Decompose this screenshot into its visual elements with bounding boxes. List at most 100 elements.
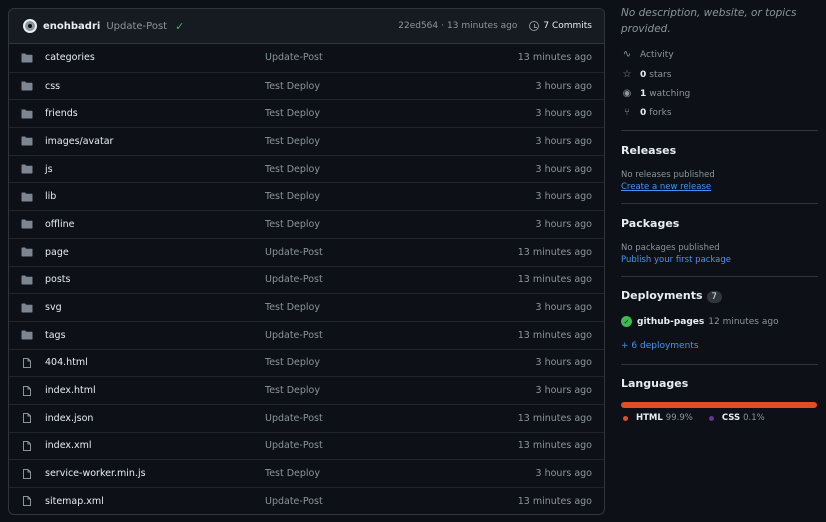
folder-icon: [21, 303, 33, 313]
file-commit-message-link[interactable]: Test Deploy: [265, 468, 536, 479]
folder-icon: [21, 330, 33, 340]
file-commit-age: 13 minutes ago: [517, 52, 592, 64]
language-color-dot: [708, 415, 714, 421]
table-row[interactable]: categories Update-Post 13 minutes ago: [9, 44, 604, 72]
file-name-link[interactable]: css: [45, 81, 265, 92]
file-commit-message-link[interactable]: Test Deploy: [265, 357, 536, 368]
file-icon: [21, 440, 33, 451]
commits-history-button[interactable]: 7 Commits: [529, 21, 592, 31]
deployment-item: ✓ github-pages 12 minutes ago: [621, 316, 779, 327]
language-item[interactable]: CSS 0.1%: [707, 413, 765, 423]
deployments-count-badge: 7: [706, 291, 722, 303]
file-commit-message-link[interactable]: Update-Post: [265, 52, 518, 63]
file-name-link[interactable]: posts: [45, 274, 265, 285]
file-commit-age: 13 minutes ago: [517, 329, 592, 341]
table-row[interactable]: svg Test Deploy 3 hours ago: [9, 293, 604, 321]
file-name-link[interactable]: service-worker.min.js: [45, 468, 265, 479]
file-commit-message-link[interactable]: Update-Post: [265, 413, 518, 424]
language-item[interactable]: HTML 99.9%: [621, 413, 693, 423]
watching-label: watching: [649, 88, 691, 99]
repo-page: enohbadri Update-Post ✓ 22ed564 · 13 min…: [0, 0, 826, 522]
publish-package-link[interactable]: Publish your first package: [621, 255, 731, 265]
file-name-link[interactable]: index.json: [45, 413, 265, 424]
commit-hash-link[interactable]: 22ed564: [398, 21, 438, 31]
file-name-link[interactable]: page: [45, 247, 265, 258]
file-name-link[interactable]: categories: [45, 52, 265, 63]
table-row[interactable]: js Test Deploy 3 hours ago: [9, 154, 604, 183]
create-release-link[interactable]: Create a new release: [621, 182, 711, 192]
repo-description: No description, website, or topics provi…: [621, 7, 797, 35]
activity-link[interactable]: ∿ Activity: [621, 49, 674, 60]
folder-icon: [21, 109, 33, 119]
file-commit-message-link[interactable]: Test Deploy: [265, 302, 536, 313]
eye-icon: ◉: [622, 88, 632, 99]
file-name-link[interactable]: offline: [45, 219, 265, 230]
packages-title[interactable]: Packages: [621, 217, 679, 230]
table-row[interactable]: index.json Update-Post 13 minutes ago: [9, 403, 604, 432]
deployments-title[interactable]: Deployments 7: [621, 289, 722, 303]
deployment-name-link[interactable]: github-pages: [637, 317, 704, 327]
table-row[interactable]: offline Test Deploy 3 hours ago: [9, 210, 604, 238]
stars-link[interactable]: ☆ 0 stars: [621, 69, 672, 80]
language-color-dot: [623, 415, 628, 421]
releases-title[interactable]: Releases: [621, 144, 676, 157]
file-commit-message-link[interactable]: Test Deploy: [265, 81, 536, 92]
file-name-link[interactable]: tags: [45, 330, 265, 341]
pulse-icon: ∿: [622, 49, 632, 60]
file-commit-age: 3 hours ago: [535, 302, 592, 314]
language-percent: 99.9%: [665, 413, 693, 423]
file-commit-message-link[interactable]: Update-Post: [265, 274, 518, 285]
language-name: HTML: [636, 413, 663, 423]
file-commit-message-link[interactable]: Update-Post: [265, 330, 518, 341]
avatar[interactable]: [23, 19, 37, 33]
file-name-link[interactable]: index.html: [45, 385, 265, 396]
table-row[interactable]: friends Test Deploy 3 hours ago: [9, 99, 604, 127]
file-name-link[interactable]: js: [45, 164, 265, 175]
more-deployments-link[interactable]: + 6 deployments: [621, 341, 699, 351]
languages-title: Languages: [621, 377, 689, 390]
file-commit-age: 13 minutes ago: [517, 274, 592, 286]
watching-link[interactable]: ◉ 1 watching: [621, 88, 691, 99]
table-row[interactable]: tags Update-Post 13 minutes ago: [9, 320, 604, 349]
table-row[interactable]: service-worker.min.js Test Deploy 3 hours …: [9, 459, 604, 487]
commit-author-link[interactable]: enohbadri: [43, 21, 100, 32]
file-name-link[interactable]: svg: [45, 302, 265, 313]
file-icon: [21, 413, 33, 424]
file-name-link[interactable]: index.xml: [45, 440, 265, 451]
file-commit-message-link[interactable]: Test Deploy: [265, 108, 536, 119]
deployments-title-text: Deployments: [621, 289, 703, 302]
folder-icon: [21, 219, 33, 229]
folder-icon: [21, 53, 33, 63]
file-commit-age: 13 minutes ago: [517, 495, 592, 507]
table-row[interactable]: index.html Test Deploy 3 hours ago: [9, 376, 604, 404]
file-commit-message-link[interactable]: Test Deploy: [265, 219, 536, 230]
file-name-link[interactable]: 404.html: [45, 357, 265, 368]
file-name-link[interactable]: lib: [45, 191, 265, 202]
file-commit-message-link[interactable]: Test Deploy: [265, 385, 536, 396]
table-row[interactable]: css Test Deploy 3 hours ago: [9, 71, 604, 100]
star-icon: ☆: [622, 69, 632, 80]
file-name-link[interactable]: images/avatar: [45, 136, 265, 147]
table-row[interactable]: index.xml Update-Post 13 minutes ago: [9, 431, 604, 460]
table-row[interactable]: lib Test Deploy 3 hours ago: [9, 182, 604, 210]
file-commit-message-link[interactable]: Update-Post: [265, 440, 518, 451]
table-row[interactable]: 404.html Test Deploy 3 hours ago: [9, 348, 604, 377]
check-icon[interactable]: ✓: [175, 20, 184, 33]
table-row[interactable]: sitemap.xml Update-Post 13 minutes ago: [9, 487, 604, 514]
file-commit-message-link[interactable]: Test Deploy: [265, 191, 536, 202]
table-row[interactable]: page Update-Post 13 minutes ago: [9, 237, 604, 266]
file-name-link[interactable]: friends: [45, 108, 265, 119]
file-commit-message-link[interactable]: Update-Post: [265, 496, 518, 507]
table-row[interactable]: posts Update-Post 13 minutes ago: [9, 265, 604, 294]
commit-age: 13 minutes ago: [447, 21, 518, 31]
file-commit-age: 3 hours ago: [535, 468, 592, 480]
file-commit-message-link[interactable]: Test Deploy: [265, 164, 536, 175]
forks-link[interactable]: ⑂ 0 forks: [621, 107, 672, 118]
file-name-link[interactable]: sitemap.xml: [45, 496, 265, 507]
file-icon: [21, 496, 33, 507]
table-row[interactable]: images/avatar Test Deploy 3 hours ago: [9, 127, 604, 155]
file-commit-message-link[interactable]: Update-Post: [265, 247, 518, 258]
commit-message-link[interactable]: Update-Post: [106, 21, 167, 32]
file-commit-message-link[interactable]: Test Deploy: [265, 136, 536, 147]
file-commit-age: 3 hours ago: [535, 135, 592, 147]
